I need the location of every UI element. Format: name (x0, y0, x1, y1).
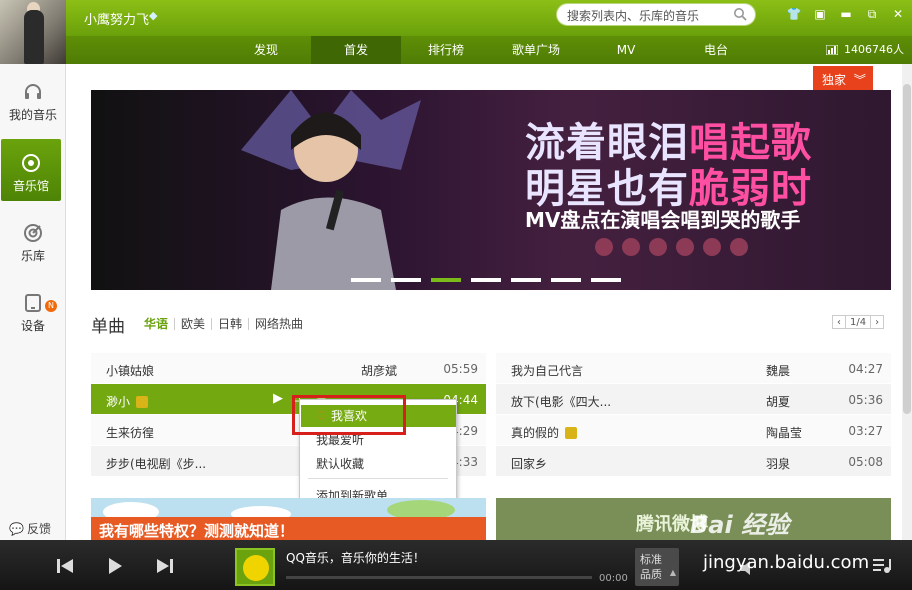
tab-web-hits[interactable]: 网络热曲 (249, 318, 309, 330)
chat-icon: 💬 (9, 521, 24, 536)
banner[interactable]: 流着眼泪唱起歌 明星也有脆弱时 MV盘点在演唱会唱到哭的歌手 (91, 90, 891, 290)
next-icon[interactable] (155, 557, 175, 575)
watermark-url: jingyan.baidu.com (703, 552, 870, 573)
feedback-link[interactable]: 💬 反馈 (9, 520, 51, 537)
feedback-label: 反馈 (26, 522, 51, 536)
maximize-icon[interactable]: ⧉ (864, 6, 880, 22)
chart-icon (826, 45, 838, 55)
watermark-brand: Bai 经验 (690, 511, 790, 539)
scrollbar-thumb[interactable] (903, 84, 911, 414)
tab-chinese[interactable]: 华语 (144, 318, 176, 330)
search-placeholder: 搜索列表内、乐库的音乐 (567, 9, 700, 23)
tab-jp-kr[interactable]: 日韩 (212, 318, 250, 330)
quality-selector[interactable]: 标准 品质 ▲ (635, 548, 679, 586)
prev-page-button[interactable]: ‹ (833, 316, 846, 328)
song-row[interactable]: 我为自己代言 魏晨 04:27 (496, 353, 891, 384)
window-controls: 👕 ▣ ▬ ⧉ ✕ (786, 6, 906, 22)
slide-indicator[interactable] (391, 278, 421, 282)
music-hall-icon (22, 154, 40, 172)
scrollbar[interactable] (902, 64, 912, 540)
sidebar-item-device[interactable]: 设备 N (0, 279, 66, 341)
sidebar-item-my-music[interactable]: 我的音乐 (0, 68, 66, 130)
promo-left-text: 我有哪些特权？测测就知道！ (99, 522, 295, 540)
sidebar-item-music-hall[interactable]: 音乐馆 (1, 139, 61, 201)
previous-icon[interactable] (55, 557, 75, 575)
search-icon[interactable] (733, 7, 747, 21)
menu-divider (308, 478, 448, 479)
listener-count: 1406746人 (844, 43, 904, 56)
singer-image (241, 90, 421, 290)
new-badge: N (45, 300, 57, 312)
slide-indicator[interactable] (471, 278, 501, 282)
chevron-down-icon: ︾ (853, 73, 866, 87)
search-input[interactable]: 搜索列表内、乐库的音乐 (556, 3, 756, 26)
tab-first-release[interactable]: 首发 (311, 36, 401, 64)
banner-subtitle: MV盘点在演唱会唱到哭的歌手 (525, 208, 801, 232)
next-page-button[interactable]: › (871, 316, 883, 328)
highlight-box (292, 395, 406, 435)
song-row[interactable]: 真的假的 陶晶莹 03:27 (496, 415, 891, 446)
device-icon (25, 294, 41, 312)
skin-icon[interactable]: 👕 (786, 6, 802, 22)
song-list-right: 我为自己代言 魏晨 04:27 放下(电影《四大... 胡夏 05:36 真的假… (496, 353, 891, 477)
page-indicator: 1/4 (846, 316, 872, 328)
region-tabs: 华语 欧美 日韩 网络热曲 (144, 318, 309, 330)
album-cover[interactable] (235, 548, 275, 586)
sidebar-item-library[interactable]: 乐库 (0, 209, 66, 271)
section-title: 单曲 (91, 317, 125, 337)
sidebar-item-label: 设备 (20, 319, 45, 333)
mini-mode-icon[interactable]: ▣ (812, 6, 828, 22)
slide-indicator[interactable] (591, 278, 621, 282)
promo-banner-left[interactable]: 我有哪些特权？测测就知道！ (91, 498, 486, 540)
nav-bar (66, 36, 912, 64)
tab-playlist-square[interactable]: 歌单广场 (500, 36, 572, 64)
song-row[interactable]: 放下(电影《四大... 胡夏 05:36 (496, 384, 891, 415)
track-time: 00:00 (599, 573, 628, 584)
slide-indicators (351, 278, 621, 282)
tab-mv[interactable]: MV (608, 36, 644, 64)
diamond-icon[interactable]: ◆ (149, 9, 157, 22)
tab-western[interactable]: 欧美 (175, 318, 213, 330)
slide-indicator[interactable] (551, 278, 581, 282)
banner-decor-dots (595, 238, 748, 256)
avatar-figure (24, 10, 44, 64)
playlist-icon[interactable] (872, 556, 892, 574)
tab-discover[interactable]: 发现 (236, 36, 296, 64)
menu-item-default-fav[interactable]: 默认收藏 (301, 453, 456, 475)
target-icon (24, 224, 42, 242)
play-icon[interactable]: ▶ (273, 391, 283, 410)
progress-bar[interactable] (286, 576, 592, 579)
pager: ‹ 1/4 › (832, 315, 885, 329)
clouds-decor (103, 500, 455, 518)
username[interactable]: 小鹰努力飞 (84, 9, 149, 28)
slide-indicator[interactable] (351, 278, 381, 282)
play-icon[interactable] (105, 557, 125, 575)
slide-indicator[interactable] (511, 278, 541, 282)
vip-icon (136, 396, 149, 408)
listener-counter: 1406746人 (826, 36, 904, 64)
track-title: QQ音乐，音乐你的生活！ (286, 551, 425, 565)
vip-icon (565, 427, 578, 439)
avatar[interactable] (0, 0, 66, 64)
song-row[interactable]: 回家乡 羽泉 05:08 (496, 446, 891, 477)
song-row[interactable]: 小镇姑娘 胡彦斌 05:59 (91, 353, 486, 384)
close-icon[interactable]: ✕ (890, 6, 906, 22)
minimize-icon[interactable]: ▬ (838, 6, 854, 22)
slide-indicator-active[interactable] (431, 278, 461, 282)
sidebar-item-label: 我的音乐 (8, 108, 57, 122)
tab-charts[interactable]: 排行榜 (416, 36, 476, 64)
exclusive-label: 独家 (822, 73, 847, 87)
tab-radio[interactable]: 电台 (692, 36, 740, 64)
caret-icon: ▲ (669, 568, 676, 577)
sidebar-item-label: 乐库 (20, 249, 45, 263)
qq-music-logo (243, 555, 269, 581)
sidebar-item-label: 音乐馆 (12, 179, 49, 193)
headphones-icon (25, 84, 41, 99)
